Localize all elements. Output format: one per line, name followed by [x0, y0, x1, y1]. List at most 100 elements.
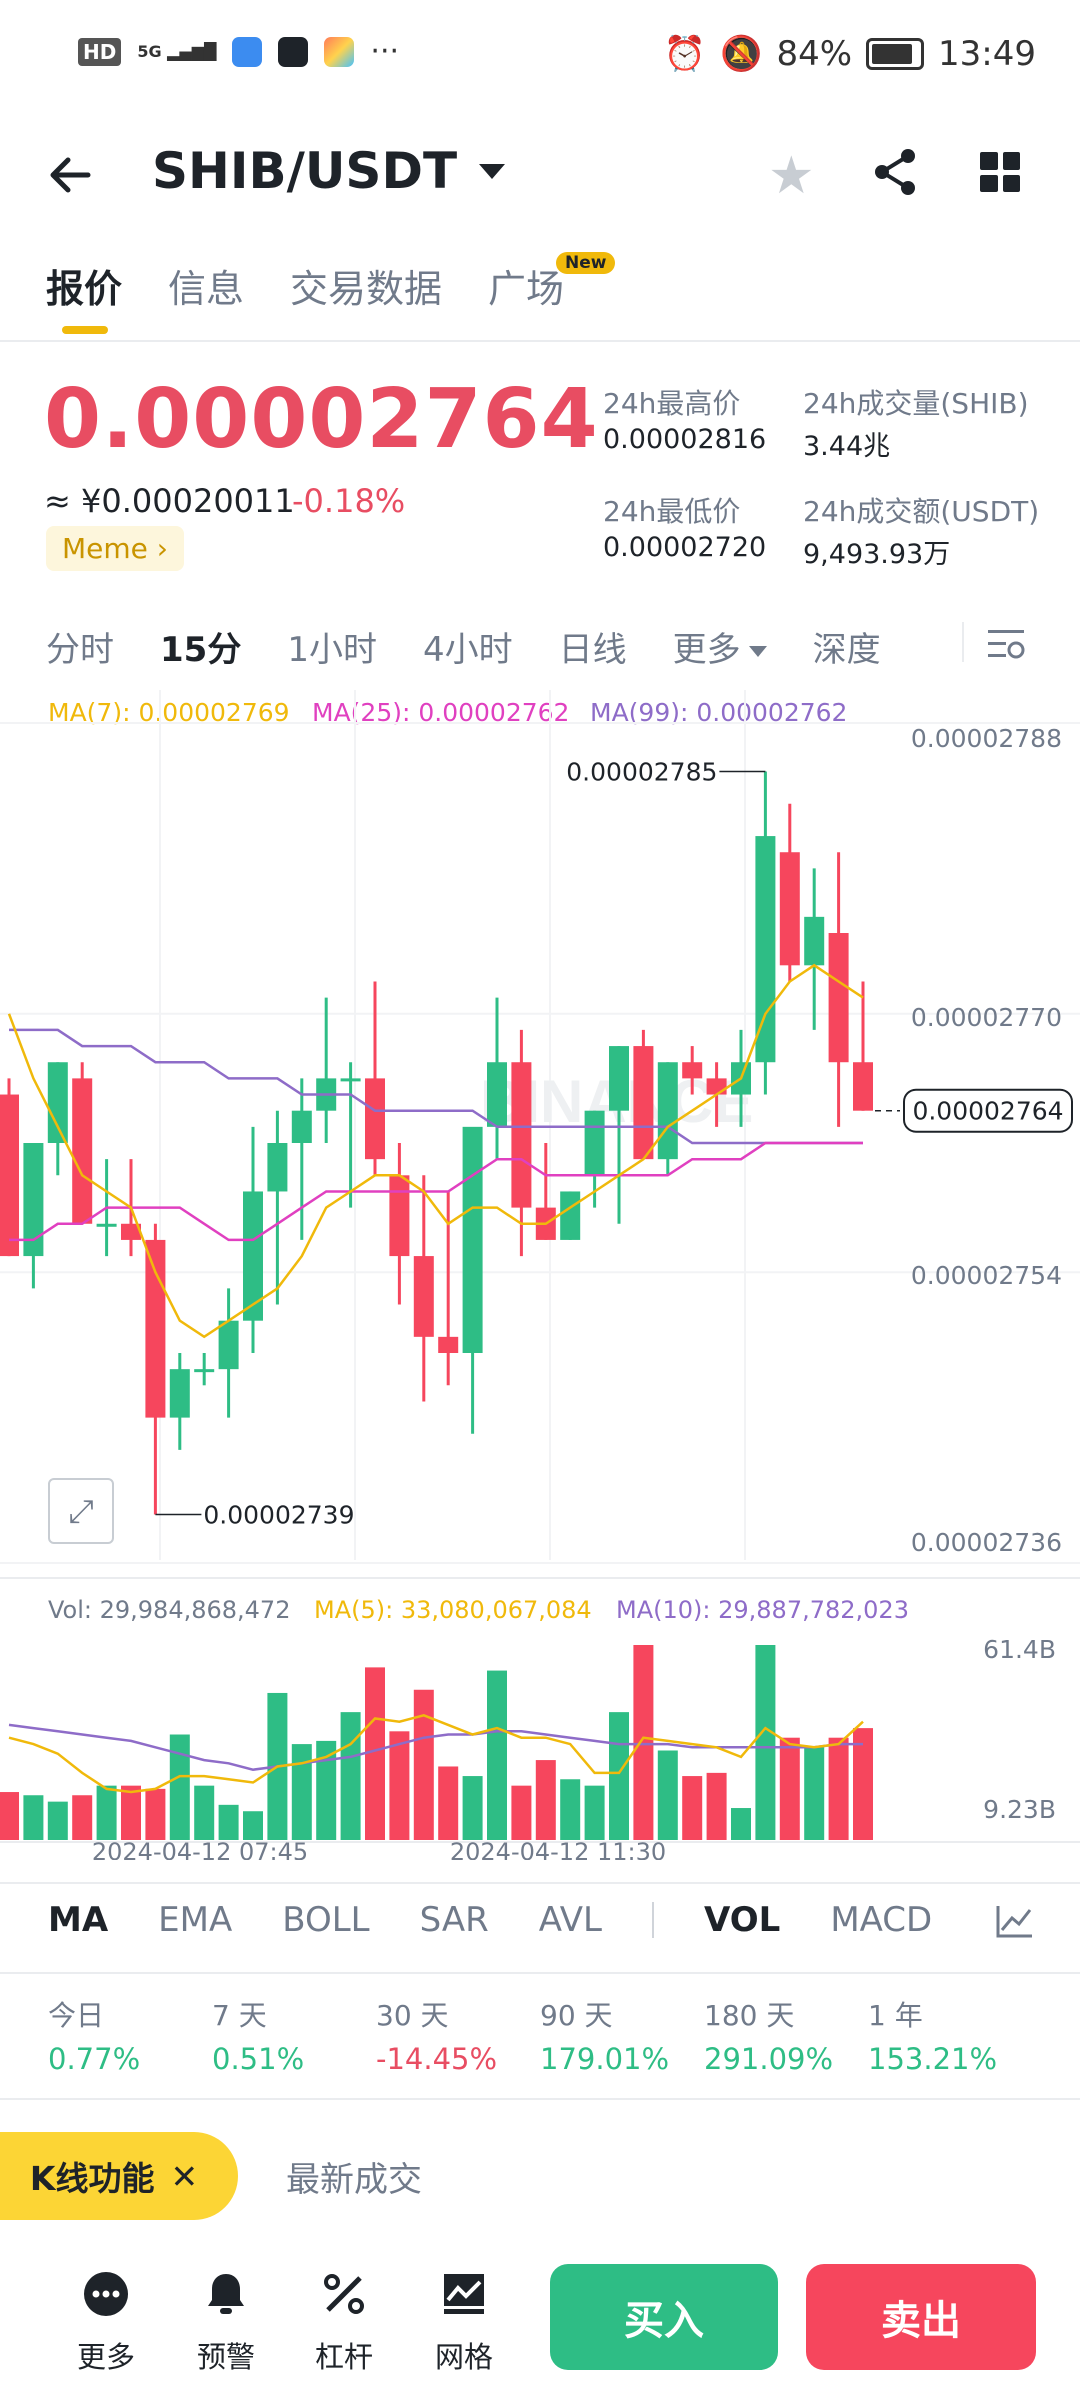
price-cny: ≈ ¥0.00020011: [44, 482, 295, 520]
interval-15m[interactable]: 15分: [160, 622, 241, 671]
candle-body: [853, 1062, 873, 1111]
candle-body: [633, 1046, 654, 1160]
share-icon[interactable]: [870, 146, 922, 198]
sell-button[interactable]: 卖出: [806, 2264, 1036, 2370]
favorite-star-icon[interactable]: ★: [768, 146, 815, 206]
more-button[interactable]: 更多: [66, 2270, 146, 2376]
perf-value: 0.77%: [48, 2042, 141, 2076]
volume-bar: [560, 1779, 581, 1840]
interval-1d[interactable]: 日线: [559, 622, 627, 671]
indicator-ema[interactable]: EMA: [158, 1900, 232, 1940]
volume-bar: [413, 1689, 434, 1840]
divider: [962, 622, 964, 662]
pair-selector[interactable]: SHIB/USDT: [152, 142, 506, 200]
kline-features-button[interactable]: K线功能 ✕: [0, 2132, 238, 2220]
alert-button[interactable]: 预警: [186, 2270, 266, 2376]
caret-down-icon: [748, 646, 767, 657]
high-marker-label: 0.00002785: [566, 757, 717, 786]
stat-amount-label: 24h成交额(USDT): [803, 495, 1040, 528]
indicator-avl[interactable]: AVL: [539, 1900, 602, 1940]
volume-bar: [633, 1645, 654, 1840]
candle-body: [657, 1062, 678, 1160]
more-notifications-icon: ···: [370, 34, 400, 69]
volume-bar: [584, 1785, 605, 1840]
interval-4h[interactable]: 4小时: [423, 622, 513, 671]
alarm-icon: ⏰: [663, 34, 707, 74]
volume-bar: [511, 1785, 532, 1840]
time-axis-label: 2024-04-12 07:45: [92, 1838, 308, 1860]
volume-bar: [682, 1776, 703, 1840]
stat-volume-label: 24h成交量(SHIB): [803, 387, 1029, 420]
candle-body: [682, 1062, 703, 1079]
candle-body: [145, 1239, 166, 1418]
tab-square[interactable]: 广场: [488, 258, 564, 313]
meme-tag[interactable]: Meme ›: [46, 526, 184, 571]
tab-quote[interactable]: 报价: [46, 258, 122, 313]
volume-bar: [706, 1772, 727, 1840]
chart-settings-icon[interactable]: [986, 626, 1026, 662]
expand-fullscreen-icon[interactable]: ⤢: [48, 1478, 114, 1544]
signal-icon: 5G ▂▄▆█: [137, 41, 217, 61]
battery-percent: 84%: [776, 34, 853, 74]
candle-body: [828, 933, 849, 1063]
vol-ma5-legend: MA(5): 33,080,067,084: [314, 1596, 592, 1624]
indicator-settings-icon[interactable]: [994, 1904, 1034, 1940]
volume-bar: [291, 1744, 312, 1840]
clock: 13:49: [938, 34, 1036, 74]
volume-bar: [72, 1795, 93, 1840]
candle-body: [706, 1078, 727, 1095]
candle-body: [584, 1110, 605, 1176]
candle-body: [96, 1223, 117, 1227]
interval-1h[interactable]: 1小时: [287, 622, 377, 671]
indicator-boll[interactable]: BOLL: [282, 1900, 369, 1940]
perf-label: 180 天: [704, 1999, 795, 2032]
main-tabs: 报价 信息 交易数据 广场: [46, 258, 564, 313]
volume-bar: [169, 1734, 190, 1840]
stat-high-label: 24h最高价: [603, 387, 741, 420]
close-icon[interactable]: ✕: [170, 2157, 198, 2196]
candle-body: [389, 1175, 410, 1257]
indicator-vol[interactable]: VOL: [704, 1900, 780, 1940]
latest-trades-tab[interactable]: 最新成交: [286, 2152, 422, 2201]
candle-body: [340, 1078, 361, 1082]
more-icon: [84, 2272, 128, 2316]
perf-label: 今日: [48, 1999, 105, 2032]
volume-bar: [609, 1712, 629, 1840]
candle-body: [779, 852, 800, 966]
price-change: -0.18%: [292, 482, 406, 520]
tab-info[interactable]: 信息: [168, 258, 244, 313]
volume-bar: [0, 1792, 19, 1840]
layout-grid-icon[interactable]: [980, 152, 1020, 192]
interval-time[interactable]: 分时: [46, 622, 114, 671]
volume-bar: [779, 1737, 800, 1840]
interval-more[interactable]: 更多: [673, 622, 767, 671]
volume-bar: [47, 1801, 68, 1840]
bell-icon: [208, 2274, 244, 2314]
volume-bar: [462, 1776, 483, 1840]
vol-ma10-legend: MA(10): 29,887,782,023: [616, 1596, 909, 1624]
last-price: 0.00002764: [44, 372, 599, 467]
perf-label: 90 天: [540, 1999, 613, 2032]
leverage-button[interactable]: 杠杆: [304, 2270, 384, 2376]
indicator-sar[interactable]: SAR: [420, 1900, 489, 1940]
stat-amount: 9,493.93万: [803, 539, 951, 570]
grid-button[interactable]: 网格: [424, 2270, 504, 2376]
status-right: ⏰ 🔕 84% 13:49: [664, 34, 1036, 74]
candle-body: [755, 836, 776, 1063]
battery-icon: [866, 38, 925, 70]
candle-body: [194, 1369, 215, 1373]
stat-volume: 3.44兆: [803, 431, 891, 462]
ma7-line: [7, 963, 864, 1339]
tab-trading-data[interactable]: 交易数据: [290, 258, 442, 313]
price-axis-label: 0.00002736: [911, 1528, 1062, 1557]
back-arrow-icon[interactable]: [46, 150, 96, 200]
kline-chart[interactable]: 0.00002788 0.00002770 0.00002754 0.00002736…: [0, 690, 1080, 1860]
perf-value: 153.21%: [868, 2042, 998, 2076]
interval-depth[interactable]: 深度: [813, 622, 881, 671]
indicator-ma[interactable]: MA: [48, 1900, 108, 1940]
price-axis-label: 0.00002788: [911, 724, 1062, 753]
candle-body: [0, 1094, 19, 1257]
buy-button[interactable]: 买入: [550, 2264, 778, 2370]
candle-body: [365, 1078, 385, 1160]
indicator-macd[interactable]: MACD: [830, 1900, 932, 1940]
